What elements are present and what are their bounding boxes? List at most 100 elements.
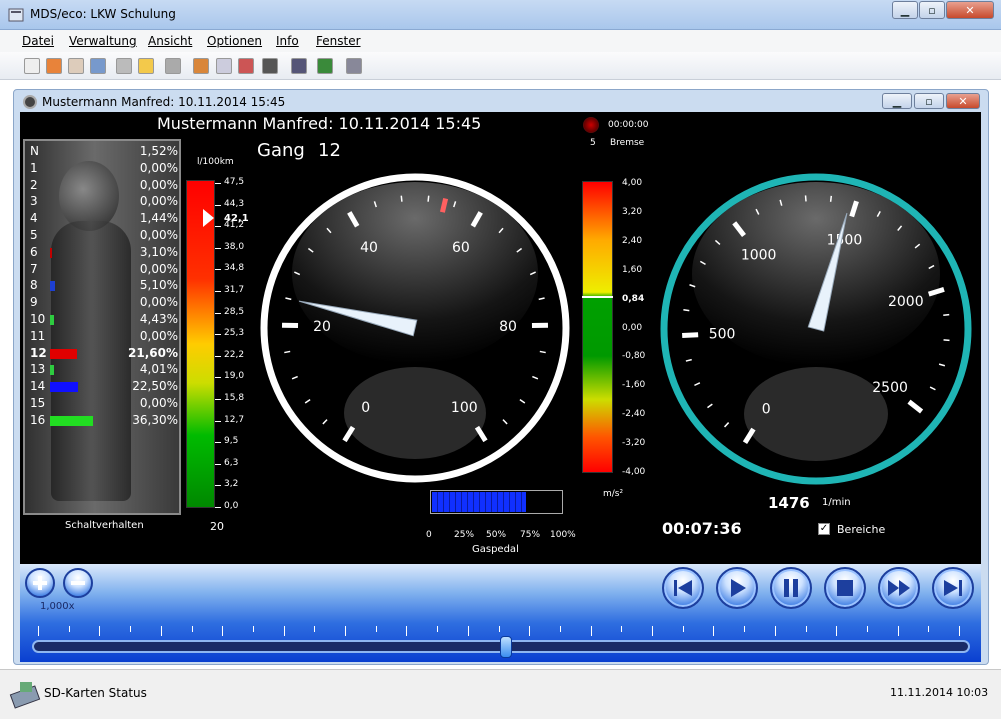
consumption-tick: 15,8 [224,393,245,403]
gauge-tick-label: 0 [361,400,370,416]
acceleration-tick: 2,40 [622,235,643,246]
gear-name: 3 [30,194,38,209]
gear-row: 5 0,00% [30,228,180,244]
play-button[interactable] [716,567,758,609]
timeline-tick [590,626,592,636]
close-button[interactable]: ✕ [946,1,994,19]
skip-forward-button[interactable] [932,567,974,609]
gang-value: 12 [318,140,341,161]
gear-name: 13 [30,362,46,377]
gear-percentage: 5,10% [139,278,178,293]
acceleration-tick: 1,60 [622,264,643,275]
acceleration-marker [582,296,613,298]
acceleration-tick: 0,00 [622,322,643,333]
close-icon: ✕ [958,94,968,108]
play-icon [731,579,746,597]
gas-pedal-tick: 75% [520,530,541,540]
consumption-tick-mark [215,334,221,336]
gear-percentage: 36,30% [132,412,178,427]
menu-ansicht[interactable]: Ansicht [148,34,192,48]
gear-row: 9 0,00% [30,295,180,311]
gauge-tick-label: 80 [499,319,517,335]
edit-icon[interactable] [138,58,154,74]
gear-percentage: 0,00% [139,295,178,310]
tool-icon[interactable] [346,58,362,74]
gear-row: 10 4,43% [30,312,180,328]
fast-forward-button[interactable] [878,567,920,609]
stop-icon [837,580,853,596]
consumption-tick: 6,3 [224,457,239,468]
zoom-out-button[interactable] [63,568,93,598]
skip-back-icon [674,580,692,596]
consumption-tick-mark [215,420,221,422]
timeline-tick [99,626,101,636]
gauge-minor-tick [943,313,950,317]
import-icon[interactable] [193,58,209,74]
gauge-tick-label: 2500 [872,380,908,396]
folder-icon[interactable] [68,58,84,74]
new-icon[interactable] [24,58,40,74]
gear-usage-bar [50,382,78,393]
gas-pedal-bar [430,490,563,514]
child-maximize-button[interactable]: ▫ [914,93,944,109]
gauge-tick-label: 60 [452,240,470,256]
stop-button[interactable] [824,567,866,609]
gear-row: 11 0,00% [30,329,180,345]
save-icon[interactable] [90,58,106,74]
maximize-icon: ▫ [928,3,936,17]
menu-verwaltung[interactable]: Verwaltung [69,34,137,48]
brake-time: 00:00:00 [608,120,649,130]
gear-percentage: 4,01% [139,362,178,377]
consumption-tick: 38,0 [224,241,245,252]
session-icon [23,95,37,109]
timeline-thumb[interactable] [499,636,512,658]
bereiche-checkbox[interactable]: ✓ [818,523,830,535]
gear-name: 16 [30,412,46,427]
open-icon[interactable] [46,58,62,74]
timeline-tick [130,626,132,632]
gauge-face-top [292,182,538,364]
timeline-tick [160,626,162,636]
maximize-button[interactable]: ▫ [919,1,945,19]
report-icon[interactable] [216,58,232,74]
consumption-tick-mark [215,463,221,465]
menu-datei[interactable]: Datei [22,34,54,48]
menu-info[interactable]: Info [276,34,299,48]
child-minimize-button[interactable]: ▁ [882,93,912,109]
gear-name: N [30,144,39,158]
gauge-tick-label: 1000 [741,248,777,264]
timeline-tick [713,626,715,636]
minimize-button[interactable]: ▁ [892,1,918,19]
archive-icon[interactable] [165,58,181,74]
consumption-tick: 28,5 [224,306,245,317]
consumption-tick: 47,5 [224,177,245,187]
chart-icon[interactable] [238,58,254,74]
skip-back-button[interactable] [662,567,704,609]
consumption-tick-mark [215,312,221,314]
minus-icon [71,581,85,585]
menu-optionen[interactable]: Optionen [207,34,262,48]
consumption-tick: 3,2 [224,479,239,490]
acceleration-tick: 4,00 [622,178,643,188]
menu-fenster[interactable]: Fenster [316,34,361,48]
timeline-tick [345,626,346,636]
gauge-minor-tick [400,195,403,202]
pause-button[interactable] [770,567,812,609]
child-close-button[interactable]: ✕ [946,93,980,109]
gas-pedal-tick: 0 [426,530,432,540]
minimize-icon: ▁ [900,3,910,17]
consumption-tick: 34,8 [224,263,245,274]
restore-icon: ▫ [925,94,933,108]
consumption-tick: 12,7 [224,414,245,425]
print-icon[interactable] [116,58,132,74]
plug-icon[interactable] [291,58,307,74]
consumption-tick-mark [215,377,221,379]
timeline-tick [498,626,500,632]
users-icon[interactable] [317,58,333,74]
film-icon[interactable] [262,58,278,74]
minimize-icon: ▁ [892,94,902,108]
acceleration-tick: -3,20 [622,438,646,449]
consumption-bar [186,180,215,508]
zoom-in-button[interactable] [25,568,55,598]
timeline-tick [866,626,868,632]
